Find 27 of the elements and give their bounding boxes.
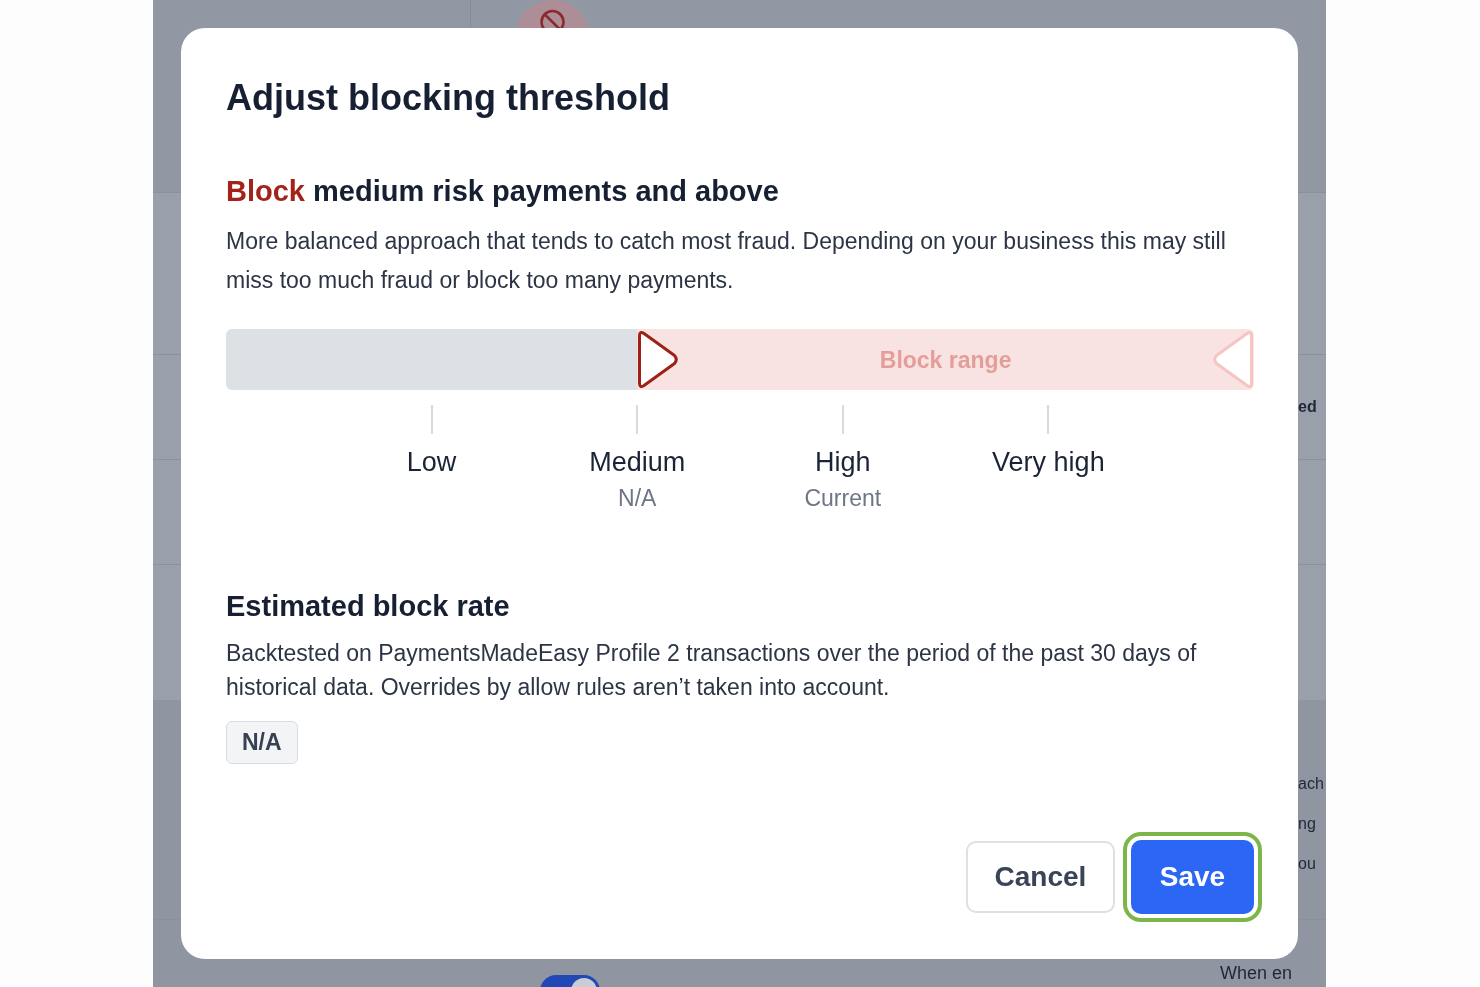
section-heading: Block medium risk payments and above	[226, 174, 779, 209]
paragraph-line: ach	[1298, 774, 1325, 794]
value-badge: N/A	[226, 721, 298, 764]
tick-mark	[430, 405, 433, 434]
description-text: Backtested on PaymentsMadeEasy Profile 2 transactions over the period of the past 30 days of historical data. Overrides by allow rules aren’t taken into account.	[226, 639, 1198, 702]
description-text: More balanced approach that tends to catch most fraud. Depending on your business this may still miss too much fraud or block too many payments.	[226, 227, 1227, 295]
scale-label: High	[815, 447, 871, 477]
scale-note: Current	[804, 485, 882, 511]
tick-mark	[841, 405, 844, 434]
paragraph-line: ou	[1298, 854, 1317, 874]
scale-note: N/A	[618, 485, 657, 511]
range-label: Block range	[879, 345, 1012, 374]
range-end-handle[interactable]	[1212, 329, 1254, 390]
scale-label: Medium	[589, 447, 686, 477]
scale-label: Very high	[992, 447, 1105, 477]
scale-label: Low	[406, 447, 457, 477]
primary-button[interactable]: Save	[1123, 832, 1262, 922]
paragraph-line: ng	[1298, 814, 1317, 834]
footer-text: When en	[1220, 962, 1293, 984]
tick-mark	[636, 405, 639, 434]
tick-mark	[1047, 405, 1050, 434]
dialog-title: Adjust blocking threshold	[226, 78, 670, 118]
section-label: ed	[1298, 397, 1318, 417]
secondary-button[interactable]: Cancel	[966, 841, 1115, 913]
slider-handle[interactable]	[637, 329, 680, 390]
toggle-switch[interactable]	[540, 975, 600, 987]
section-heading: Estimated block rate	[226, 589, 510, 624]
